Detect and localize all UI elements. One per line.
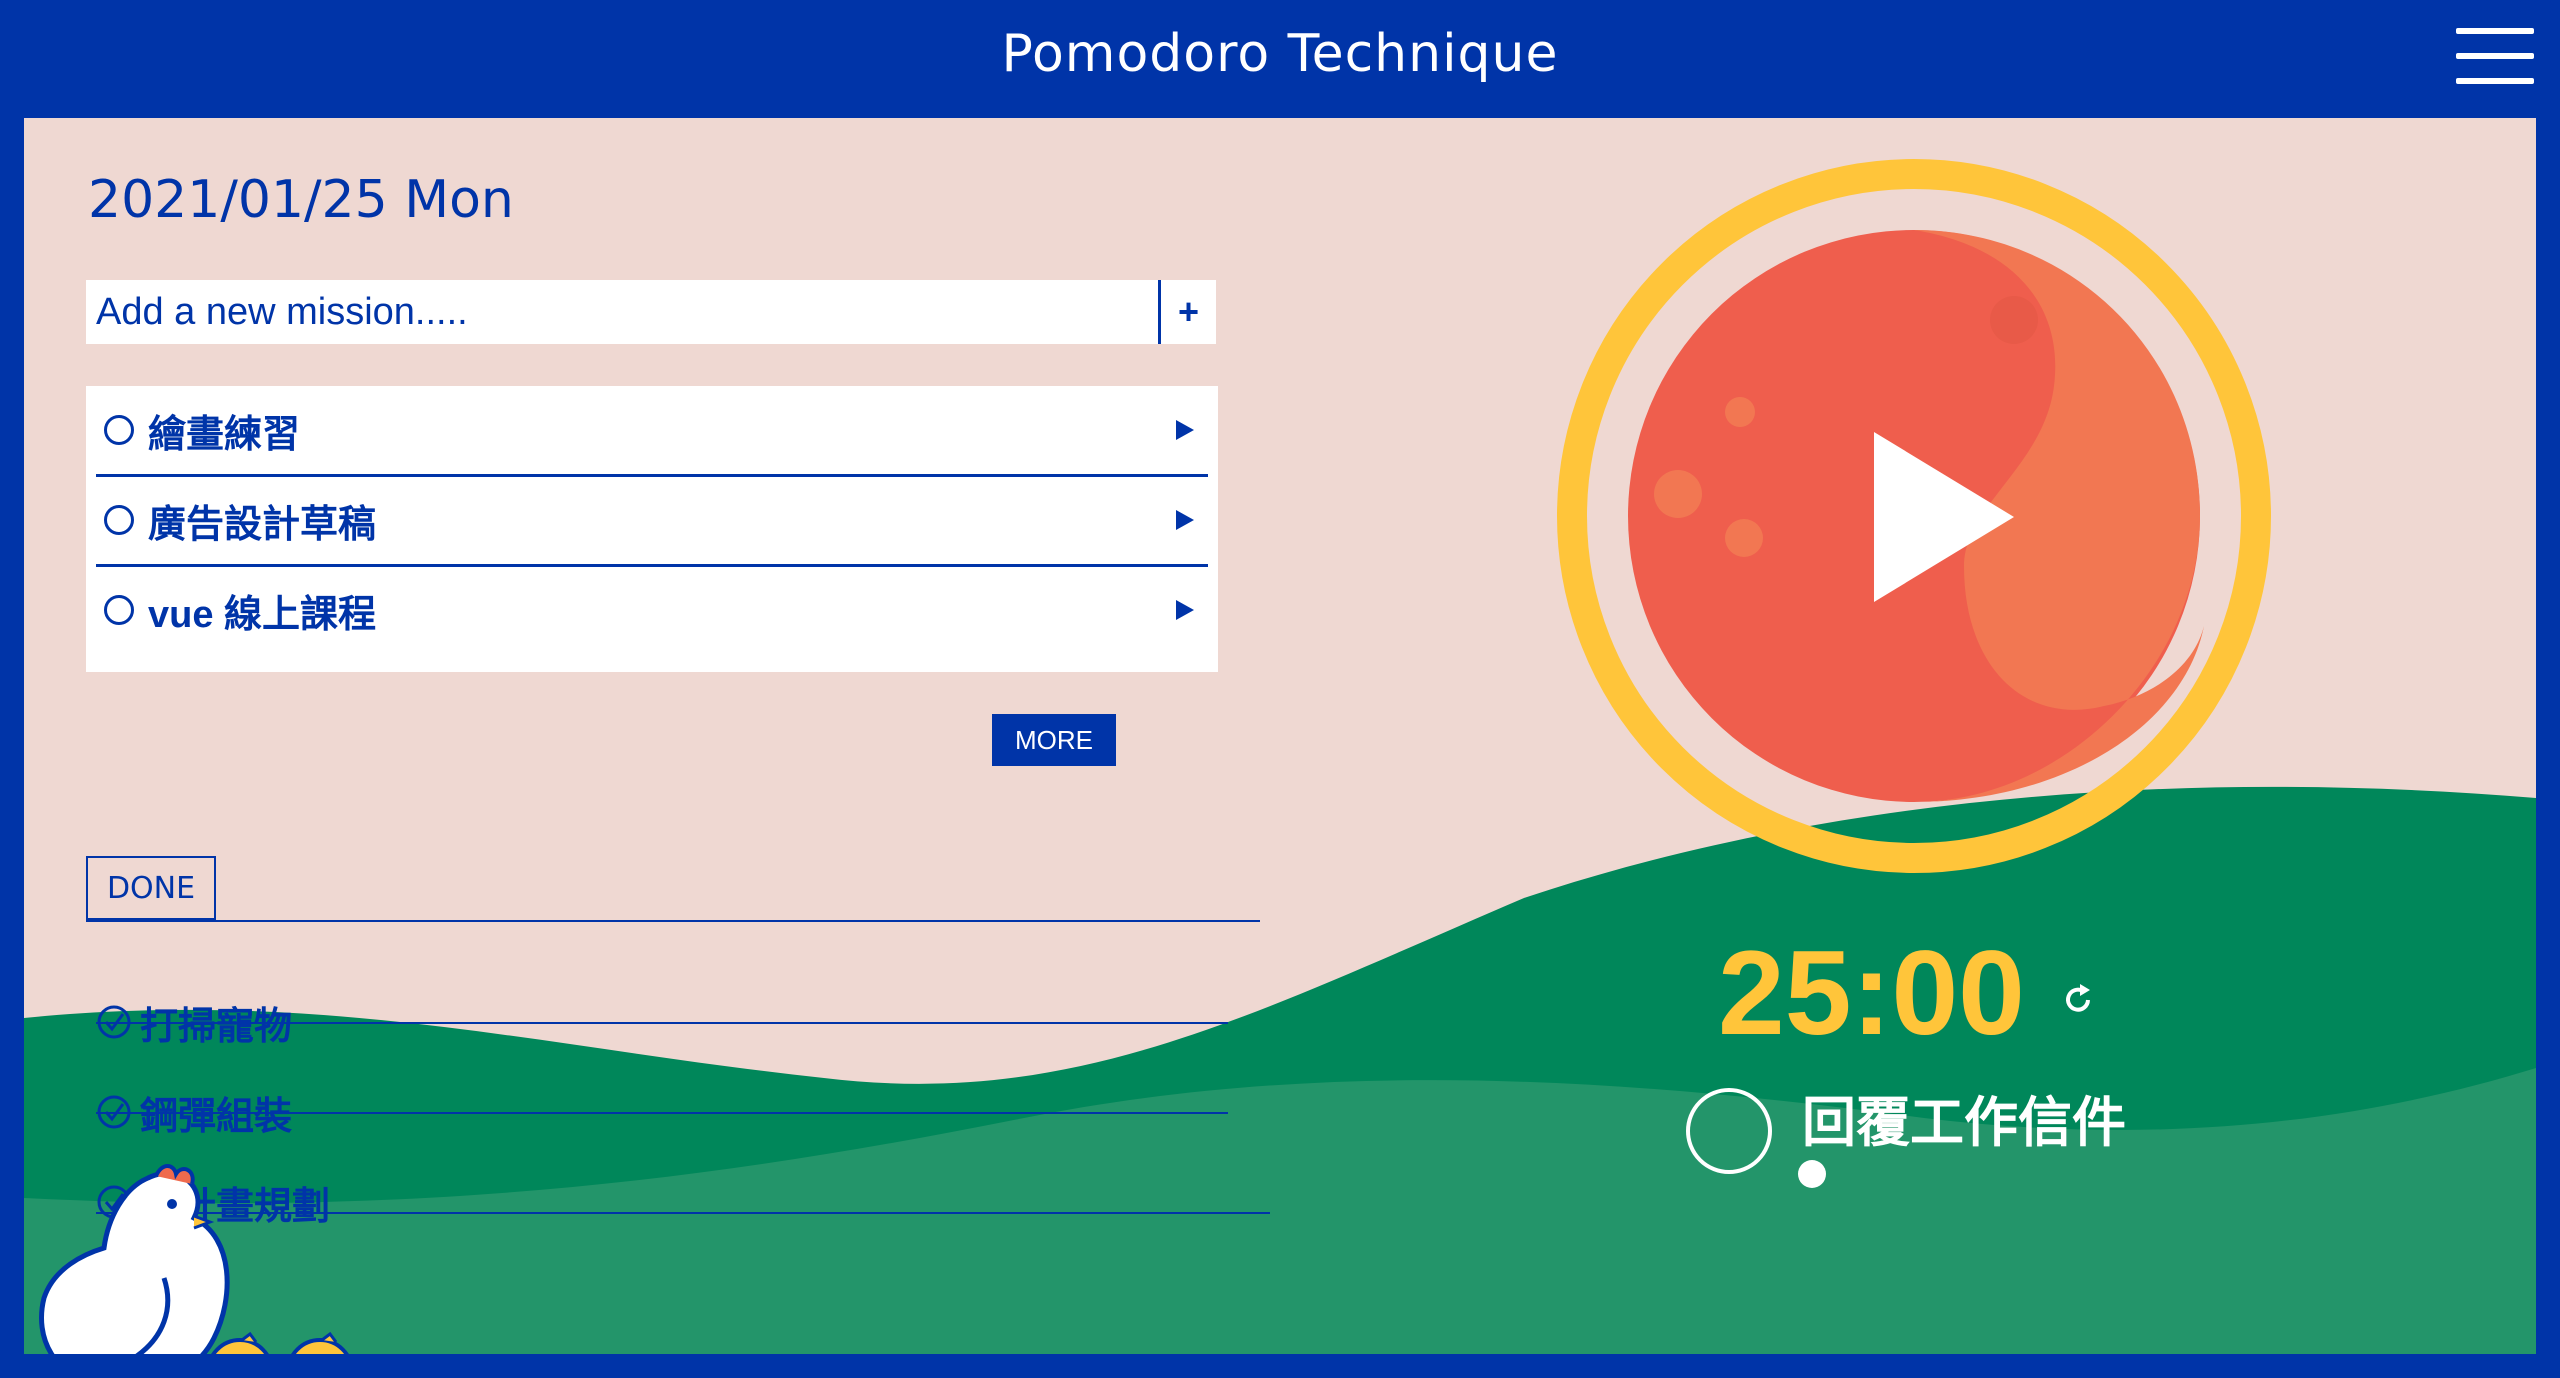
tomato-timer [1557,159,2271,873]
app-title: Pomodoro Technique [1001,24,1559,84]
menu-line [2456,78,2534,84]
task-label: 繪畫練習 [148,413,301,456]
task-item[interactable]: vue 線上課程 [96,566,1208,654]
done-item-divider [96,1112,1228,1114]
task-label: 廣告設計草稿 [148,503,377,546]
menu-line [2456,28,2534,34]
top-bar: Pomodoro Technique [0,0,2560,118]
current-task-label: 回覆工作信件 [1802,1093,2126,1153]
task-radio-button[interactable] [104,595,134,625]
current-task-complete-button[interactable] [1686,1088,1772,1174]
done-tab[interactable]: DONE [86,856,216,920]
task-radio-button[interactable] [104,505,134,535]
main-panel: 2021/01/25 Mon + 繪畫練習 廣告設計草稿 vue 線上課程 MO… [24,118,2536,1354]
task-item[interactable]: 繪畫練習 [96,386,1208,477]
more-button[interactable]: MORE [992,714,1116,766]
done-divider [86,920,1260,922]
menu-line [2456,53,2534,59]
add-mission-input[interactable] [86,280,1158,344]
play-arrow-icon[interactable] [1176,510,1194,530]
reset-icon[interactable] [2058,980,2098,1020]
pagination-dot[interactable] [1798,1160,1826,1188]
task-list: 繪畫練習 廣告設計草稿 vue 線上課程 [86,386,1218,672]
current-date: 2021/01/25 Mon [88,170,514,230]
task-item[interactable]: 廣告設計草稿 [96,476,1208,567]
hamburger-menu-icon[interactable] [2456,26,2534,86]
add-mission-form: + [86,280,1216,344]
play-arrow-icon[interactable] [1176,600,1194,620]
done-item-divider [96,1022,1228,1024]
chick-mascot-illustration [39,1164,349,1354]
timer-countdown: 25:00 [1718,926,2025,1060]
task-radio-button[interactable] [104,415,134,445]
play-arrow-icon[interactable] [1176,420,1194,440]
task-label: vue 線上課程 [148,593,377,636]
add-mission-button[interactable]: + [1158,280,1216,344]
